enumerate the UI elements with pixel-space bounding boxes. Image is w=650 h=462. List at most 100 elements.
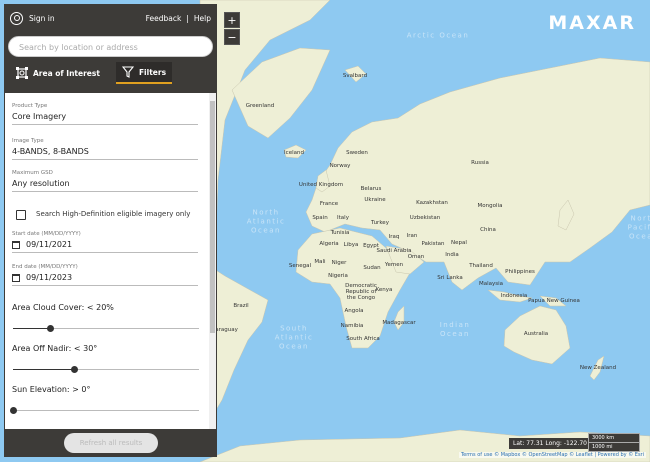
scrollbar-thumb[interactable]: [210, 101, 215, 333]
zoom-out-button[interactable]: −: [224, 29, 240, 45]
field-value: 4-BANDS, 8-BANDS: [12, 147, 89, 156]
cloud-cover-slider[interactable]: [13, 325, 199, 332]
off-nadir-label: Area Off Nadir: < 30°: [12, 344, 98, 353]
country-label: Kazakhstan: [416, 200, 448, 206]
sun-elevation-slider[interactable]: [10, 407, 199, 414]
scale-mi: 1000 mi: [588, 442, 640, 452]
country-label: Norway: [329, 163, 351, 169]
country-label: South Africa: [346, 336, 380, 342]
country-label: Greenland: [245, 103, 275, 109]
calendar-icon[interactable]: [12, 240, 20, 249]
funnel-icon: [121, 66, 134, 78]
start-date-input[interactable]: Start date (MM/DD/YYYY) 09/11/2021: [12, 231, 198, 253]
country-label: Oman: [407, 254, 425, 260]
feedback-link[interactable]: Feedback: [146, 14, 182, 23]
filters-form: Product Type Core Imagery Image Type 4-B…: [5, 93, 216, 429]
country-label: Ukraine: [364, 197, 386, 203]
country-label: Niger: [331, 260, 347, 266]
tab-label: Filters: [138, 67, 167, 77]
ocean-label: North Atlantic Ocean: [246, 208, 286, 235]
map-attribution[interactable]: Terms of use © Mapbox © OpenStreetMap © …: [458, 452, 646, 458]
max-gsd-select[interactable]: Maximum GSD Any resolution: [12, 170, 198, 192]
refresh-results-button[interactable]: Refresh all results: [64, 433, 158, 453]
maxar-logo: MAXAR: [548, 12, 636, 34]
tab-area-of-interest[interactable]: Area of Interest: [10, 62, 106, 84]
panel-header: Sign in Feedback | Help: [4, 4, 217, 32]
country-label: Indonesia: [500, 293, 528, 299]
country-label: Malaysia: [478, 281, 504, 287]
tab-filters[interactable]: Filters: [115, 62, 173, 84]
zoom-in-button[interactable]: +: [224, 12, 240, 28]
country-label: Saudi Arabia: [376, 248, 412, 254]
slider-handle[interactable]: [47, 325, 55, 332]
user-icon[interactable]: [10, 11, 23, 25]
country-label: Yemen: [384, 262, 404, 268]
country-label: Thailand: [469, 263, 493, 269]
scrollbar[interactable]: [209, 93, 216, 429]
country-label: New Zealand: [579, 365, 617, 371]
field-label: Product Type: [12, 103, 48, 109]
field-value: 09/11/2023: [26, 273, 73, 282]
country-label: Iraq: [388, 234, 400, 240]
field-value: Any resolution: [12, 179, 70, 188]
ocean-label: North Pacific Ocean: [627, 214, 650, 241]
slider-handle[interactable]: [10, 407, 17, 414]
country-label: Kenya: [375, 287, 393, 293]
cloud-cover-label: Area Cloud Cover: < 20%: [12, 303, 114, 312]
calendar-icon[interactable]: [12, 273, 20, 282]
ocean-label: South Atlantic Ocean: [274, 324, 314, 351]
sign-in-link[interactable]: Sign in: [29, 14, 146, 23]
country-label: Mali: [314, 259, 326, 265]
help-link[interactable]: Help: [194, 14, 211, 23]
product-type-select[interactable]: Product Type Core Imagery: [12, 103, 198, 125]
country-label: Tunisia: [330, 230, 350, 236]
country-label: Namibia: [340, 323, 364, 329]
field-value: Core Imagery: [12, 112, 67, 121]
hd-only-label: Search High-Definition eligible imagery …: [36, 210, 191, 218]
country-label: Senegal: [288, 263, 312, 269]
separator: |: [186, 13, 189, 23]
ocean-label: Indian Ocean: [439, 321, 471, 338]
image-type-select[interactable]: Image Type 4-BANDS, 8-BANDS: [12, 138, 198, 160]
country-label: Iceland: [284, 150, 304, 156]
ocean-label: Arctic Ocean: [406, 31, 470, 40]
country-label: China: [480, 227, 496, 233]
country-label: Pakistan: [421, 241, 445, 247]
country-label: Algeria: [319, 241, 339, 247]
country-label: France: [319, 201, 339, 207]
country-label: Turkey: [371, 220, 389, 226]
country-label: United Kingdom: [298, 182, 344, 188]
country-label: Sweden: [346, 150, 368, 156]
tab-label: Area of Interest: [33, 68, 100, 78]
country-label: Belarus: [360, 186, 382, 192]
hd-only-checkbox[interactable]: [16, 210, 26, 220]
slider-handle[interactable]: [71, 366, 79, 373]
search-input[interactable]: Search by location or address: [8, 36, 213, 57]
country-label: Svalbard: [342, 73, 368, 79]
end-date-input[interactable]: End date (MM/DD/YYYY) 09/11/2023: [12, 264, 198, 286]
area-of-interest-icon: [16, 67, 28, 79]
country-label: Nepal: [451, 240, 467, 246]
country-label: Philippines: [505, 269, 535, 275]
country-label: Brazil: [233, 303, 249, 309]
country-label: Australia: [523, 331, 549, 337]
coordinate-readout: Lat: 77.31 Long: -122.70: [509, 438, 591, 449]
search-panel: Sign in Feedback | Help Search by locati…: [4, 4, 217, 457]
field-label: End date (MM/DD/YYYY): [12, 264, 78, 270]
field-label: Maximum GSD: [12, 170, 53, 176]
country-label: Papua New Guinea: [528, 298, 580, 304]
country-label: Angola: [344, 308, 364, 314]
sun-elevation-label: Sun Elevation: > 0°: [12, 385, 91, 394]
country-label: Nigeria: [328, 273, 348, 279]
field-label: Image Type: [12, 138, 44, 144]
country-label: Spain: [312, 215, 328, 221]
country-label: Sri Lanka: [437, 275, 463, 281]
off-nadir-slider[interactable]: [13, 366, 199, 373]
country-label: Madagascar: [382, 320, 416, 326]
country-label: Uzbekistan: [409, 215, 441, 221]
country-label: Iran: [406, 233, 418, 239]
field-label: Start date (MM/DD/YYYY): [12, 231, 81, 237]
country-label: Libya: [343, 242, 359, 248]
country-label: India: [445, 252, 459, 258]
country-label: Italy: [337, 215, 349, 221]
